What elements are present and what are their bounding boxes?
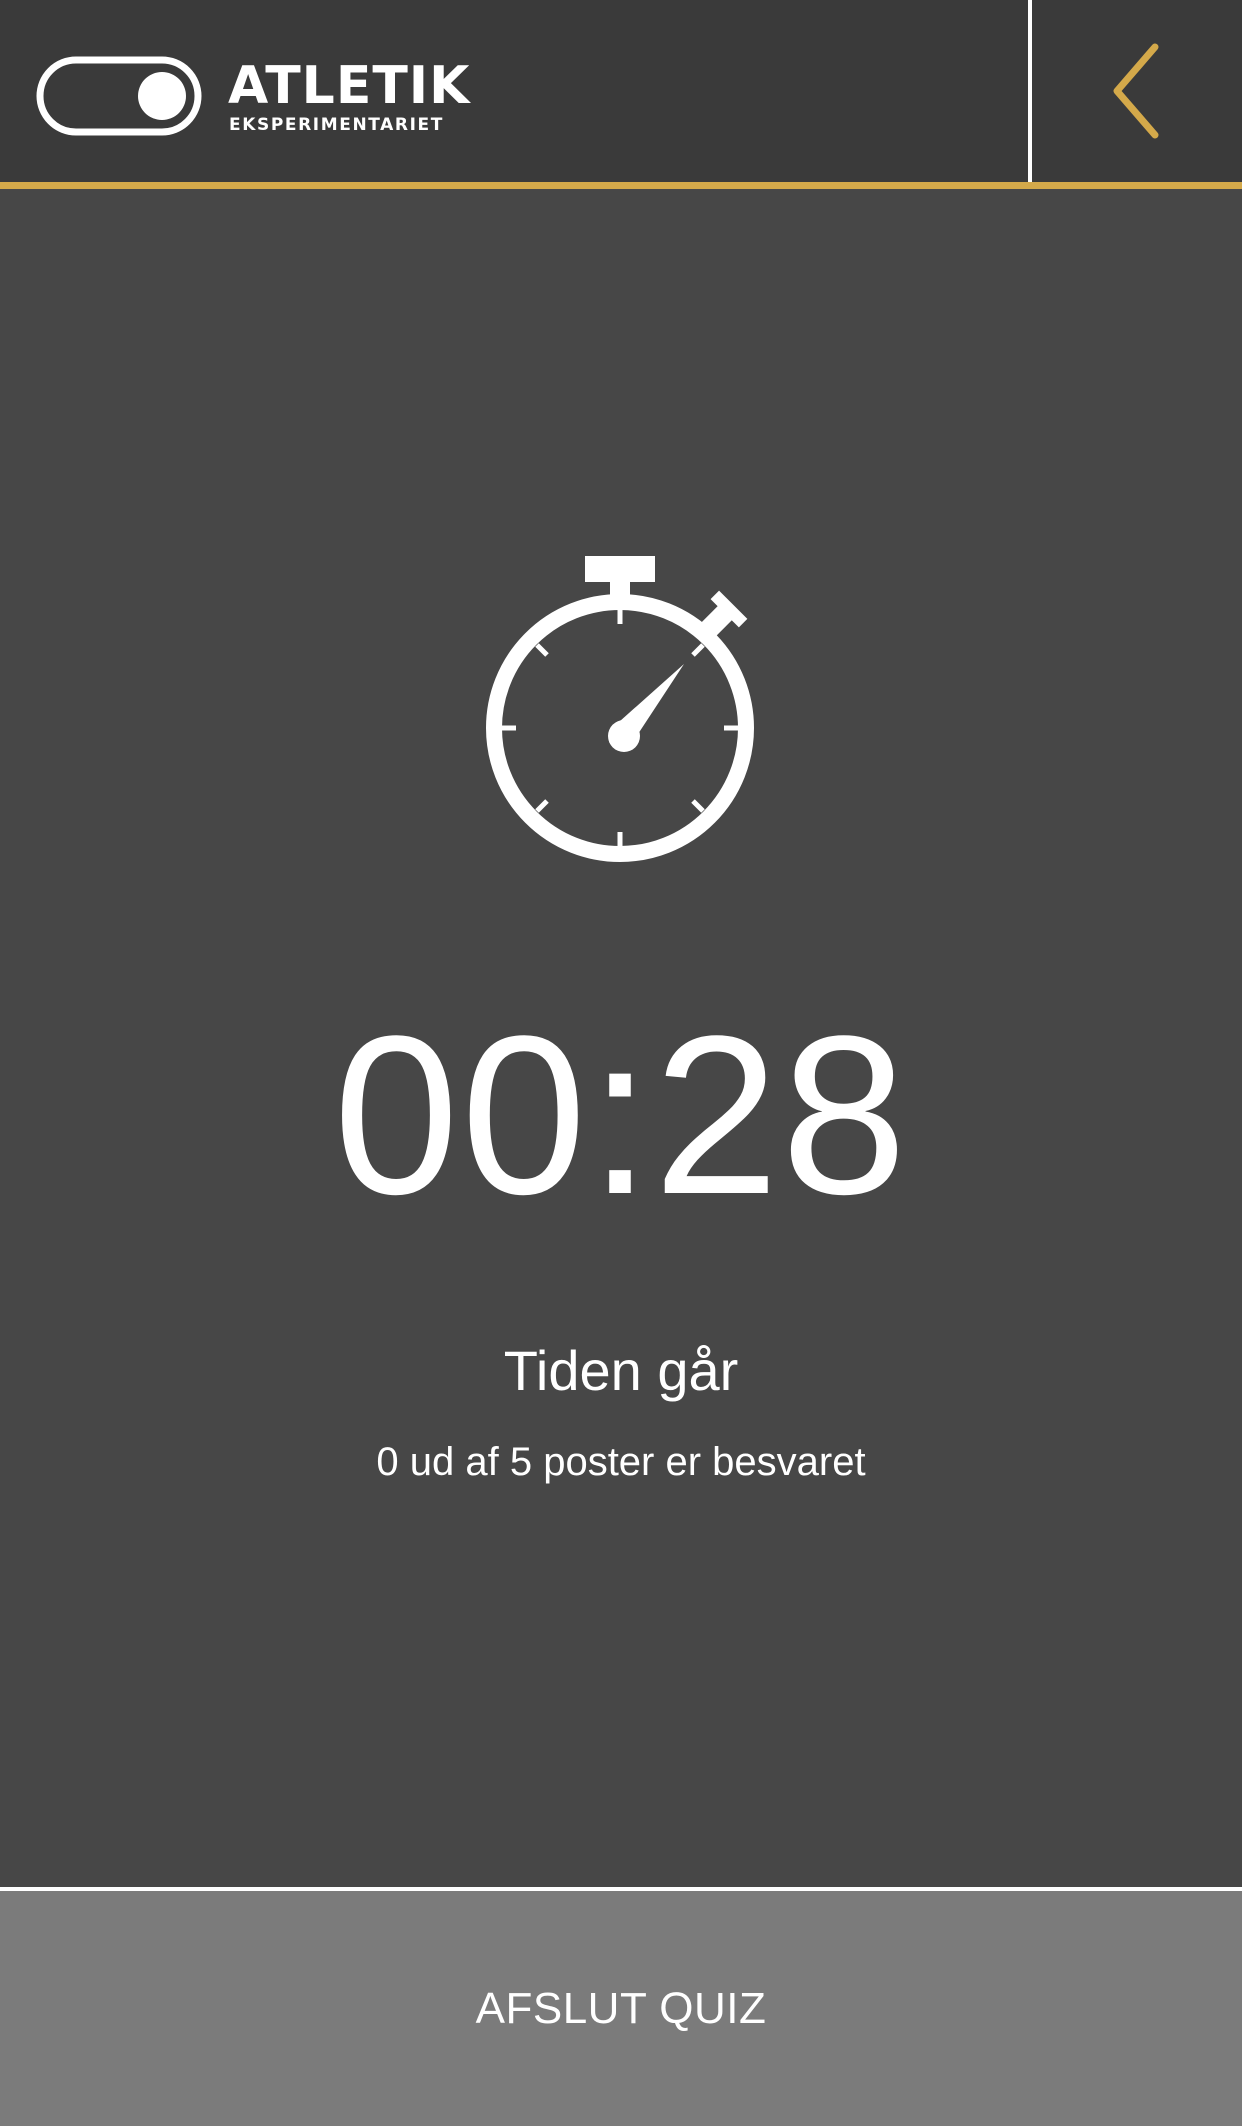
timer-status-text: Tiden går [503,1339,739,1402]
back-button[interactable] [1032,0,1242,182]
stopwatch-icon [480,552,764,872]
brand-subtitle: EKSPERIMENTARIET [229,115,444,135]
finish-quiz-label: AFSLUT QUIZ [475,1983,767,2033]
timer-display: 00:28 [333,988,909,1241]
header-accent-bar [0,182,1242,189]
chevron-left-icon [1113,43,1159,139]
finish-quiz-button[interactable]: AFSLUT QUIZ [0,1891,1242,2126]
brand-logo: ATLETIK EKSPERIMENTARIET [36,54,469,138]
quiz-progress-text: 0 ud af 5 poster er besvaret [376,1440,866,1484]
toggle-switch-icon [36,56,202,136]
brand-title: ATLETIK [228,56,471,116]
app-header: ATLETIK EKSPERIMENTARIET [0,0,1242,182]
